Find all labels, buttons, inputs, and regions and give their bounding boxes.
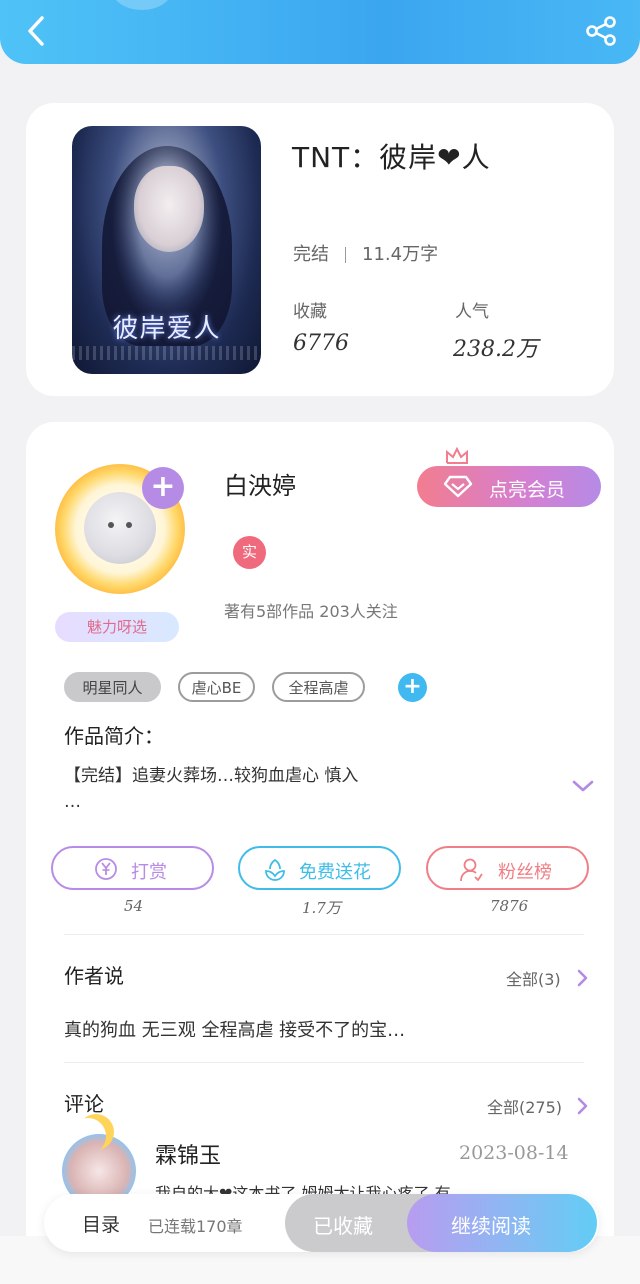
commenter-name[interactable]: 霖锦玉 [155,1138,221,1170]
send-flower-button[interactable]: 免费送花 [238,846,401,890]
moon-icon [70,1118,106,1154]
cover-figure-face [134,166,204,252]
book-title: TNT：彼岸❤人 [292,141,491,174]
intro-text: 【完结】追妻火葬场…较狗血虐心 慎入 … [64,763,444,815]
continue-reading-label: 继续阅读 [451,1214,531,1238]
back-icon[interactable] [22,14,52,48]
popularity-label: 人气 [455,302,489,322]
diamond-icon [443,475,473,498]
author-name[interactable]: 白泱婷 [224,466,296,501]
vip-membership-button[interactable]: 点亮会员 [417,466,601,507]
tip-button[interactable]: 打赏 [51,846,214,890]
author-says-heading: 作者说 [64,964,124,988]
fan-ranking-button[interactable]: 粉丝榜 [426,846,589,890]
serial-status: 已连载170章 [148,1217,243,1236]
verified-badge: 实 [233,536,266,569]
collected-label: 已收藏 [313,1214,373,1238]
flower-count: 1.7万 [302,899,341,917]
chevron-right-icon[interactable] [576,968,588,988]
share-icon[interactable] [584,14,618,48]
meta-separator [345,247,346,263]
fan-count: 7876 [490,897,529,915]
author-avatar[interactable] [84,492,156,564]
avatar-eye [108,522,114,528]
intro-ellipsis: … [64,792,81,812]
flower-icon [265,858,285,881]
book-meta: 完结 11.4万字 [293,240,438,266]
header-decoration [112,0,172,10]
author-says-text: 真的狗血 无三观 全程高虐 接受不了的宝… [64,1020,406,1041]
book-word-count: 11.4万字 [362,244,439,265]
table-of-contents-button[interactable]: 目录 [82,1210,120,1237]
send-flower-label: 免费送花 [299,862,371,883]
favorites-label: 收藏 [293,302,327,322]
popularity-value: 238.2万 [453,337,538,362]
avatar-eye [126,522,132,528]
intro-body: 【完结】追妻火葬场…较狗血虐心 慎入 [64,766,359,786]
yen-icon [95,858,117,880]
chevron-right-icon[interactable] [576,1096,588,1116]
comment-date: 2023-08-14 [459,1142,569,1164]
tag-chip[interactable]: 明星同人 [64,672,161,702]
fan-ranking-label: 粉丝榜 [498,862,552,883]
header-bar [0,0,640,64]
tip-label: 打赏 [131,862,167,883]
tag-chip[interactable]: 全程高虐 [272,672,365,702]
favorites-value: 6776 [293,331,349,356]
vip-button-label: 点亮会员 [489,479,566,501]
crown-icon [446,446,468,464]
tip-count: 54 [124,897,144,915]
divider [64,934,584,935]
user-icon [460,858,483,882]
comments-more-link[interactable]: 全部(275) [487,1094,562,1118]
author-info: 著有5部作品 203人关注 [224,602,398,621]
cover-fine-print [72,346,261,360]
follow-author-button[interactable]: + [142,467,184,509]
intro-heading: 作品简介： [64,724,164,748]
chevron-down-icon[interactable] [571,778,595,794]
author-says-more-link[interactable]: 全部(3) [506,966,561,990]
comments-heading: 评论 [64,1092,104,1116]
add-tag-button[interactable]: + [398,673,427,702]
continue-reading-button[interactable]: 继续阅读 [407,1194,597,1252]
charm-badge: 魅力呀选 [55,612,179,642]
cover-title: 彼岸爱人 [112,314,221,344]
divider [64,1062,584,1063]
tag-chip[interactable]: 虐心BE [178,672,255,702]
book-status: 完结 [293,244,329,265]
book-cover[interactable]: 彼岸爱人 [72,126,261,374]
